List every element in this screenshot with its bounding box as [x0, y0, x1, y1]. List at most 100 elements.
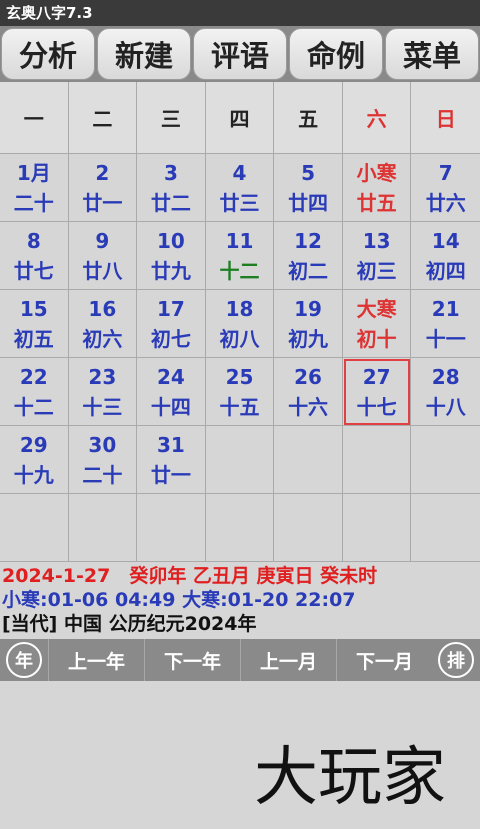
day-number: 17 [157, 296, 185, 321]
calendar-day[interactable]: 29 十九 [0, 426, 69, 494]
calendar-day[interactable]: 3 廿二 [137, 154, 206, 222]
calendar-day[interactable]: 15 初五 [0, 290, 69, 358]
calendar-day[interactable]: 26 十六 [274, 358, 343, 426]
lunar-day: 十九 [13, 462, 54, 487]
app-title: 玄奥八字7.3 [6, 4, 93, 22]
day-number: 小寒 [356, 160, 397, 185]
calendar-day[interactable]: 12 初二 [274, 222, 343, 290]
day-number: 16 [88, 296, 117, 321]
calendar-day[interactable]: 19 初九 [274, 290, 343, 358]
calendar-day[interactable] [411, 426, 480, 494]
calendar-day[interactable] [205, 426, 275, 494]
calendar-day[interactable]: 5 廿四 [274, 154, 343, 222]
lunar-day: 廿一 [150, 462, 191, 487]
calendar-day[interactable]: 9 廿八 [68, 222, 138, 290]
next-year-button[interactable]: 下一年 [144, 639, 240, 681]
calendar-day-selected[interactable]: 27 十七 [342, 358, 412, 426]
lunar-day: 初十 [356, 326, 397, 351]
prev-month-button[interactable]: 上一月 [240, 639, 336, 681]
lunar-day: 十五 [219, 394, 260, 419]
calendar-day[interactable]: 21 十一 [411, 290, 480, 358]
calendar-day[interactable] [274, 426, 343, 494]
calendar-day[interactable] [342, 494, 412, 562]
day-number: 25 [225, 364, 254, 389]
prev-year-button[interactable]: 上一年 [48, 639, 144, 681]
lunar-day: 十六 [288, 394, 329, 419]
calendar-day[interactable] [274, 494, 343, 562]
calendar-day[interactable]: 17 初七 [137, 290, 206, 358]
arrange-round-button[interactable]: 排 [438, 642, 474, 678]
calendar-day[interactable]: 10 廿九 [137, 222, 206, 290]
lunar-day: 廿一 [82, 190, 123, 215]
lunar-day: 廿六 [425, 190, 466, 215]
calendar-day[interactable] [342, 426, 412, 494]
next-month-button[interactable]: 下一月 [336, 639, 432, 681]
weekday-sun: 日 [435, 107, 456, 131]
day-number: 9 [95, 228, 110, 253]
day-number: 1月 [16, 160, 51, 185]
calendar-day[interactable]: 1月二十 [0, 154, 69, 222]
lunar-day: 初八 [219, 326, 260, 351]
top-menu-bar: 分析 新建 评语 命例 菜单 [0, 26, 480, 82]
comment-button[interactable]: 评语 [193, 28, 287, 80]
calendar-day[interactable]: 大寒 初十 [342, 290, 412, 358]
calendar-day[interactable]: 11 十二 [205, 222, 275, 290]
lunar-day: 初五 [13, 326, 54, 351]
lunar-day: 廿七 [13, 258, 54, 283]
calendar-day[interactable]: 8 廿七 [0, 222, 69, 290]
lunar-day: 十四 [150, 394, 191, 419]
day-number: 14 [431, 228, 460, 253]
calendar-day[interactable] [68, 494, 138, 562]
weekday-header: 一 二 三 四 五 六 日 [0, 82, 480, 154]
calendar-day[interactable] [137, 494, 206, 562]
calendar-day[interactable]: 24 十四 [137, 358, 206, 426]
year-round-button[interactable]: 年 [6, 642, 42, 678]
calendar-day[interactable]: 16 初六 [68, 290, 138, 358]
app-title-bar: 玄奥八字7.3 [0, 0, 480, 26]
calendar-day[interactable]: 30 二十 [68, 426, 138, 494]
day-number: 23 [88, 364, 117, 389]
weekday-sat: 六 [343, 82, 412, 153]
calendar-day[interactable]: 2 廿一 [68, 154, 138, 222]
calendar-day[interactable]: 小寒 廿五 [342, 154, 412, 222]
calendar-day[interactable]: 25 十五 [205, 358, 275, 426]
lunar-day: 廿四 [288, 190, 329, 215]
calendar-day[interactable]: 23 十三 [68, 358, 138, 426]
day-number: 10 [157, 228, 185, 253]
lunar-day: 初九 [288, 326, 329, 351]
calendar-day[interactable]: 28 十八 [411, 358, 480, 426]
calendar-day[interactable]: 4 廿三 [205, 154, 275, 222]
calendar-day[interactable]: 18 初八 [205, 290, 275, 358]
day-number: 2 [95, 160, 110, 185]
day-number: 11 [225, 228, 254, 253]
examples-button[interactable]: 命例 [289, 28, 383, 80]
svg-text:大玩家: 大玩家 [254, 741, 446, 815]
day-number: 4 [232, 160, 247, 185]
calendar-day[interactable] [205, 494, 275, 562]
day-number: 26 [294, 364, 322, 389]
new-button[interactable]: 新建 [97, 28, 191, 80]
calendar-day[interactable] [411, 494, 480, 562]
day-number: 28 [431, 364, 460, 389]
ganzhi-line: 2024-1-27 癸卯年 乙丑月 庚寅日 癸未时 [2, 565, 378, 587]
day-number: 3 [163, 160, 178, 185]
day-number: 30 [88, 432, 117, 457]
calendar-day[interactable]: 13 初三 [342, 222, 412, 290]
menu-button[interactable]: 菜单 [385, 28, 479, 80]
weekday-thu: 四 [206, 82, 275, 153]
calendar-day[interactable] [0, 494, 69, 562]
day-number: 27 [362, 364, 391, 389]
weekday-wed: 三 [137, 82, 206, 153]
calendar-day[interactable]: 31 廿一 [137, 426, 206, 494]
navigation-bar: 年 上一年 下一年 上一月 下一月 排 [0, 639, 480, 681]
day-number: 大寒 [356, 296, 397, 321]
lunar-day: 二十 [13, 190, 54, 215]
calendar-day[interactable]: 7 廿六 [411, 154, 480, 222]
calendar-day[interactable]: 14 初四 [411, 222, 480, 290]
analyze-button[interactable]: 分析 [1, 28, 95, 80]
lunar-day: 初六 [82, 326, 123, 351]
brand-logo: 大玩家 [254, 741, 446, 815]
day-number: 13 [362, 228, 391, 253]
lunar-day: 初四 [425, 258, 466, 283]
calendar-day[interactable]: 22 十二 [0, 358, 69, 426]
